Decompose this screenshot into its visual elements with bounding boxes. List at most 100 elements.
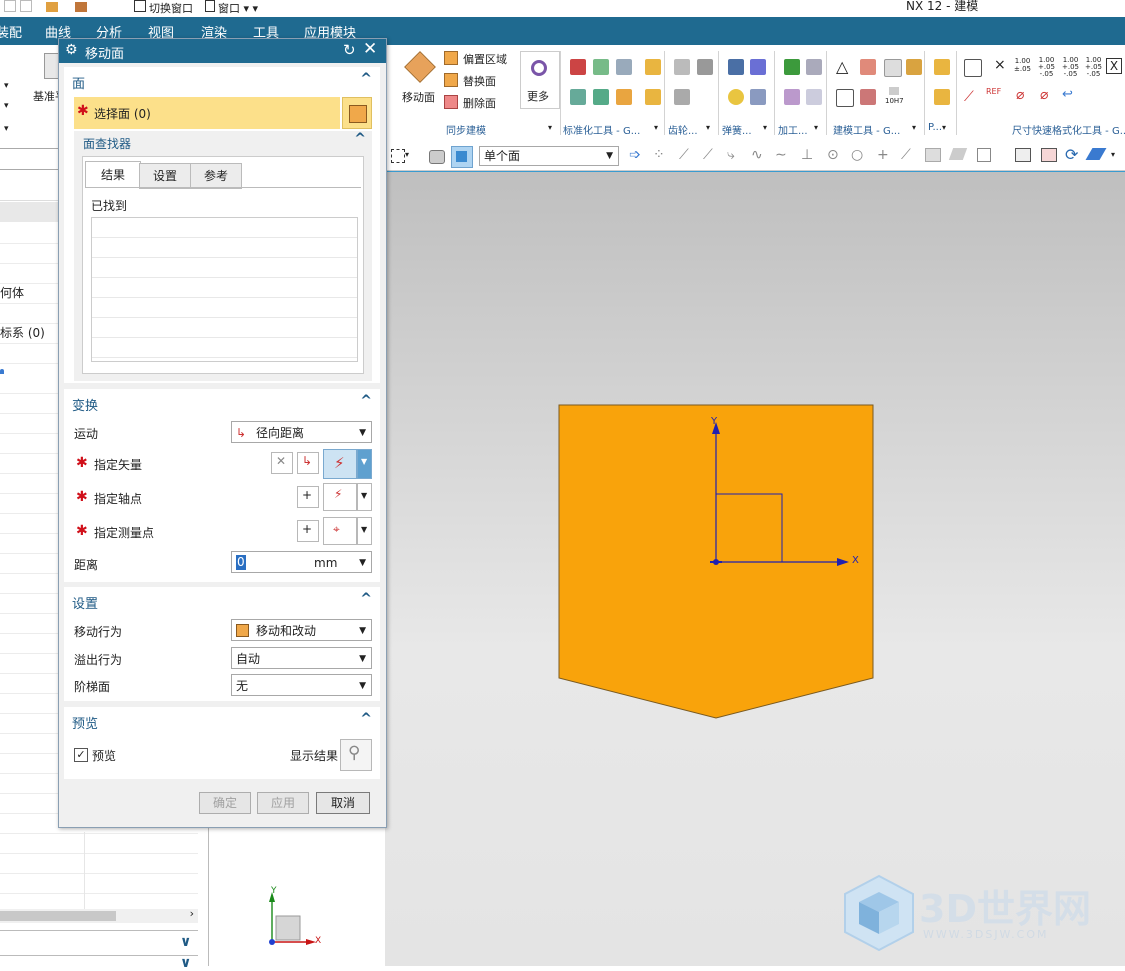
collapse-icon[interactable]: ^	[360, 711, 372, 727]
p-tool-icon[interactable]	[934, 59, 950, 75]
dim-format-button[interactable]: 1.00 +.05 -.05	[1085, 57, 1102, 78]
motion-dropdown[interactable]: ↳ 径向距离 ▼	[231, 421, 372, 443]
std-tool-icon[interactable]	[593, 59, 609, 75]
scrollbar-thumb[interactable]	[0, 911, 116, 921]
gear-tool-icon[interactable]	[674, 89, 690, 105]
vector-dialog-button[interactable]: ↳	[297, 452, 319, 474]
quick-access-icons[interactable]	[4, 0, 87, 15]
dialog-title-bar[interactable]: ⚙ 移动面 ↻ ✕	[59, 39, 386, 63]
machining-tool-icon[interactable]	[806, 89, 822, 105]
scroll-right-icon[interactable]: ›	[190, 907, 194, 920]
step-face-dropdown[interactable]: 无 ▼	[231, 674, 372, 696]
snap-center-icon[interactable]: ⊙	[827, 147, 839, 163]
snap-line-icon[interactable]: ⟋	[901, 147, 911, 163]
measure-point-button[interactable]: ⌖	[323, 517, 357, 545]
navigator-hscrollbar[interactable]: ›	[0, 907, 198, 923]
show-result-button[interactable]: ⚲	[340, 739, 372, 771]
more-button[interactable]: 更多	[520, 51, 560, 109]
diameter-icon[interactable]: ⌀	[1040, 87, 1048, 103]
snap-quadrant-icon[interactable]: ○	[851, 147, 863, 163]
switch-window-button[interactable]: 切换窗口	[134, 0, 193, 15]
std-tool-icon[interactable]	[645, 59, 661, 75]
spring-tool-icon[interactable]	[750, 59, 766, 75]
overflow-behavior-dropdown[interactable]: 自动 ▼	[231, 647, 372, 669]
collapse-icon[interactable]: ^	[360, 71, 372, 87]
pen-icon[interactable]	[1085, 148, 1107, 160]
modeling-tool-icon[interactable]	[906, 59, 922, 75]
modeling-tool-icon[interactable]	[836, 89, 854, 107]
point-dialog-button[interactable]: +	[297, 520, 319, 542]
distance-value[interactable]: 0	[236, 555, 246, 570]
snap-spline-icon[interactable]: ∼	[775, 147, 787, 163]
p-tool-icon[interactable]	[934, 89, 950, 105]
undo-icon[interactable]: ↩	[1062, 87, 1073, 102]
vector-options-dropdown[interactable]: ▼	[357, 449, 372, 479]
inferred-vector-button[interactable]: ⚡	[323, 449, 357, 479]
replace-face-button[interactable]: 替换面	[444, 73, 496, 89]
clear-format-icon[interactable]: X	[1106, 58, 1122, 74]
distance-field[interactable]: 0 mm ▼	[231, 551, 372, 573]
graphics-viewport[interactable]: Y X Y X 3D世界网 WWW.3DSJW.COM	[269, 172, 1125, 966]
offset-region-button[interactable]: 偏置区域	[444, 51, 507, 67]
modeling-tool-icon[interactable]	[860, 89, 876, 105]
std-tool-icon[interactable]	[616, 59, 632, 75]
collapse-icon[interactable]: ^	[360, 591, 372, 607]
modeling-tool-icon[interactable]	[884, 59, 902, 77]
menu-assembly[interactable]: 装配	[0, 22, 22, 41]
dim-format-button[interactable]: 1.00 +.05 -.05	[1062, 57, 1079, 78]
view-zoom-icon[interactable]	[1041, 148, 1057, 162]
face-rule-dropdown[interactable]: 单个面 ▼	[479, 146, 619, 166]
select-rect-icon[interactable]	[391, 149, 405, 163]
grid-icon[interactable]	[977, 148, 991, 162]
spring-tool-icon[interactable]	[728, 59, 744, 75]
std-tool-icon[interactable]	[570, 59, 586, 75]
view-fit-icon[interactable]	[1015, 148, 1031, 162]
found-faces-list[interactable]	[91, 217, 358, 362]
snap-point-icon[interactable]: ⁘	[653, 147, 665, 163]
apply-button[interactable]: 应用	[257, 792, 309, 814]
modeling-tool-icon[interactable]	[860, 59, 876, 75]
window-menu-button[interactable]: 窗口 ▾ ▾	[205, 0, 258, 15]
dim-tool-icon[interactable]	[964, 59, 982, 77]
ok-button[interactable]: 确定	[199, 792, 251, 814]
dim-format-button[interactable]: 1.00 +.05 -.05	[1038, 57, 1055, 78]
diameter-icon[interactable]: ⌀	[1016, 87, 1024, 103]
close-icon[interactable]: ✕	[363, 39, 377, 59]
gear-tool-icon[interactable]	[674, 59, 690, 75]
reset-icon[interactable]: ↻	[343, 41, 356, 59]
face-filter-icon[interactable]	[451, 146, 473, 168]
snap-line-icon[interactable]: ⟋	[679, 147, 689, 163]
snap-curve-icon[interactable]: ⤷	[727, 147, 735, 163]
preview-checkbox[interactable]: ✓	[74, 748, 88, 762]
reverse-direction-button[interactable]: ✕	[271, 452, 293, 474]
snap-cross-icon[interactable]: +	[877, 147, 889, 163]
move-behavior-dropdown[interactable]: 移动和改动 ▼	[231, 619, 372, 641]
triangle-icon[interactable]: △	[836, 57, 848, 76]
spring-tool-icon[interactable]	[728, 89, 744, 105]
fit-tolerance-button[interactable]: 10H7	[885, 87, 904, 105]
select-face-row[interactable]: ✱ 选择面 (0)	[74, 97, 340, 129]
distance-unit[interactable]: mm	[314, 552, 337, 574]
cancel-button[interactable]: 取消	[316, 792, 370, 814]
machining-tool-icon[interactable]	[784, 59, 800, 75]
x-icon[interactable]: ×	[994, 57, 1006, 73]
angle-dim-icon[interactable]: ⟋	[964, 89, 974, 105]
measure-point-options-dropdown[interactable]: ▼	[357, 517, 372, 545]
select-face-button[interactable]	[342, 97, 372, 129]
collapse-icon[interactable]: ^	[354, 131, 366, 147]
snap-face-icon[interactable]	[925, 148, 941, 162]
snap-spline-icon[interactable]: ∿	[751, 147, 763, 163]
delete-face-button[interactable]: 删除面	[444, 95, 496, 111]
collapse-icon[interactable]: ^	[360, 393, 372, 409]
std-tool-icon[interactable]	[593, 89, 609, 105]
expand-panel-icon[interactable]: ∨	[180, 934, 191, 950]
std-tool-icon[interactable]	[645, 89, 661, 105]
spring-tool-icon[interactable]	[750, 89, 766, 105]
solid-filter-icon[interactable]	[429, 150, 445, 164]
std-tool-icon[interactable]	[570, 89, 586, 105]
std-tool-icon[interactable]	[616, 89, 632, 105]
arrow-icon[interactable]: ➩	[629, 147, 641, 163]
tab-reference[interactable]: 参考	[190, 163, 242, 189]
inferred-point-button[interactable]: ⚡	[323, 483, 357, 511]
expand-panel-icon[interactable]: ∨	[180, 955, 191, 971]
